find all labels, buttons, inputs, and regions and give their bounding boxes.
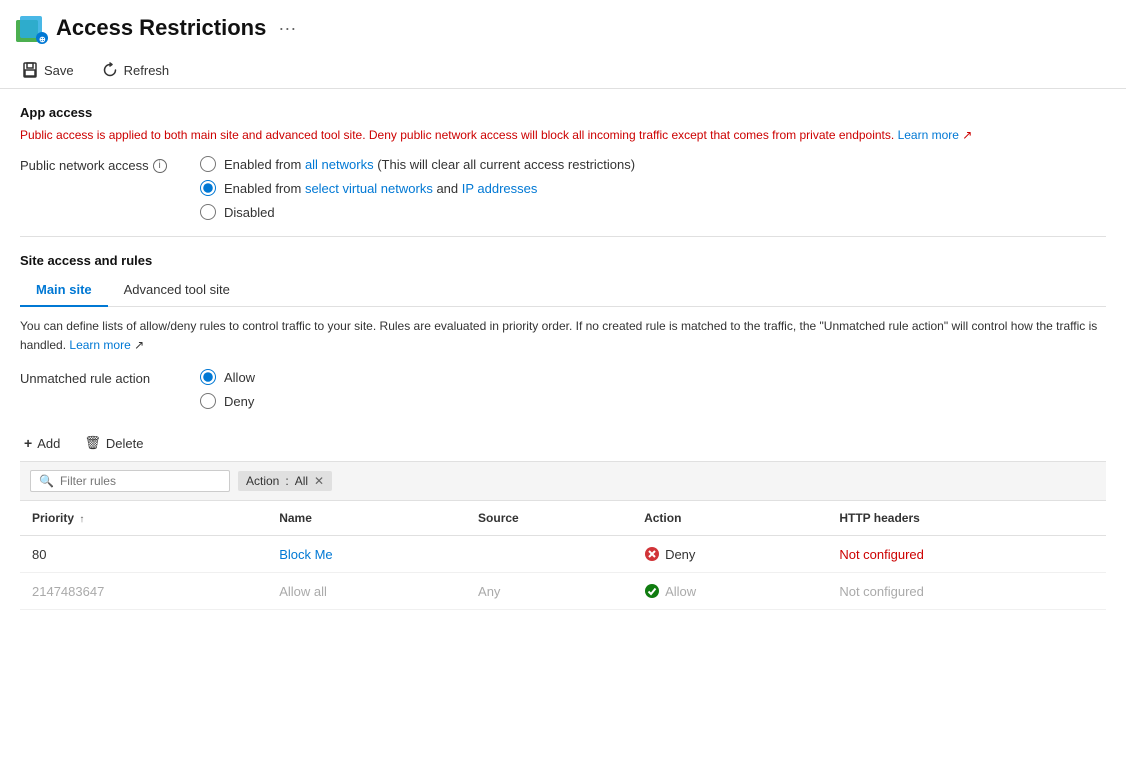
app-logo: ⊕: [16, 12, 48, 44]
refresh-button[interactable]: Refresh: [96, 58, 176, 82]
unmatched-rule-field: Unmatched rule action Allow Deny: [20, 369, 1106, 409]
col-name: Name: [267, 501, 466, 536]
main-content: App access Public access is applied to b…: [0, 89, 1126, 626]
search-icon: 🔍: [39, 474, 54, 488]
page-header: ⊕ Access Restrictions ···: [0, 0, 1126, 52]
delete-label: Delete: [106, 436, 144, 451]
unmatched-deny-input[interactable]: [200, 393, 216, 409]
radio-disabled-input[interactable]: [200, 204, 216, 220]
delete-button[interactable]: 🗑 Delete: [80, 433, 147, 453]
deny-badge: Deny: [644, 546, 815, 562]
cell-name: Block Me: [267, 536, 466, 573]
cell-action: Allow: [632, 573, 827, 610]
col-action: Action: [632, 501, 827, 536]
cell-source: [466, 536, 632, 573]
col-priority: Priority ↑: [20, 501, 267, 536]
deny-icon: [644, 546, 660, 562]
filter-rules-input[interactable]: [60, 474, 200, 488]
table-body: 80 Block Me Deny: [20, 536, 1106, 610]
unmatched-deny-label: Deny: [224, 394, 254, 409]
filter-bar: 🔍 Action : All ✕: [20, 462, 1106, 501]
svg-text:⊕: ⊕: [39, 35, 46, 44]
more-icon[interactable]: ···: [278, 18, 296, 39]
save-button[interactable]: Save: [16, 58, 80, 82]
radio-option-all-networks[interactable]: Enabled from all networks (This will cle…: [200, 156, 635, 172]
table-row[interactable]: 2147483647 Allow all Any Allow: [20, 573, 1106, 610]
filter-input-wrapper: 🔍: [30, 470, 230, 492]
add-button[interactable]: + Add: [20, 433, 64, 453]
action-filter-chip: Action : All ✕: [238, 471, 332, 491]
site-tabs: Main site Advanced tool site: [20, 274, 1106, 307]
app-access-title: App access: [20, 105, 1106, 120]
cell-http-headers: Not configured: [827, 573, 1106, 610]
radio-select-networks-input[interactable]: [200, 180, 216, 196]
http-headers-status: Not configured: [839, 547, 924, 562]
tab-advanced-tool-site[interactable]: Advanced tool site: [108, 274, 246, 307]
table-header: Priority ↑ Name Source Action HTTP heade…: [20, 501, 1106, 536]
sort-arrow: ↑: [79, 514, 84, 525]
cell-priority: 80: [20, 536, 267, 573]
unmatched-allow-option[interactable]: Allow: [200, 369, 255, 385]
chip-label: Action: [246, 474, 279, 488]
unmatched-allow-input[interactable]: [200, 369, 216, 385]
app-access-info: Public access is applied to both main si…: [20, 126, 1106, 144]
table-row[interactable]: 80 Block Me Deny: [20, 536, 1106, 573]
http-headers-status: Not configured: [839, 584, 924, 599]
table-header-row: Priority ↑ Name Source Action HTTP heade…: [20, 501, 1106, 536]
app-access-learn-more-link[interactable]: Learn more: [898, 128, 959, 142]
external-link-icon-2: ↗: [134, 338, 144, 352]
site-access-section: Site access and rules Main site Advanced…: [20, 253, 1106, 610]
cell-priority: 2147483647: [20, 573, 267, 610]
tab-main-site[interactable]: Main site: [20, 274, 108, 307]
unmatched-rule-label: Unmatched rule action: [20, 369, 180, 386]
site-access-title: Site access and rules: [20, 253, 1106, 268]
app-access-info-text: Public access is applied to both main si…: [20, 128, 894, 142]
rule-name-link[interactable]: Block Me: [279, 547, 332, 562]
allow-badge: Allow: [644, 583, 815, 599]
refresh-label: Refresh: [124, 63, 170, 78]
plus-icon: +: [24, 435, 32, 451]
radio-all-networks-label: Enabled from all networks (This will cle…: [224, 157, 635, 172]
unmatched-allow-label: Allow: [224, 370, 255, 385]
app-access-section: App access Public access is applied to b…: [20, 105, 1106, 220]
col-source: Source: [466, 501, 632, 536]
chip-value: All: [295, 474, 308, 488]
chip-close-icon[interactable]: ✕: [314, 474, 324, 488]
section-divider-1: [20, 236, 1106, 237]
allow-icon: [644, 583, 660, 599]
external-link-icon: ↗: [962, 128, 972, 142]
radio-select-networks-label: Enabled from select virtual networks and…: [224, 181, 537, 196]
public-network-info-icon[interactable]: i: [153, 159, 167, 173]
cell-action: Deny: [632, 536, 827, 573]
cell-http-headers: Not configured: [827, 536, 1106, 573]
refresh-icon: [102, 62, 118, 78]
radio-disabled-label: Disabled: [224, 205, 275, 220]
radio-option-select-networks[interactable]: Enabled from select virtual networks and…: [200, 180, 635, 196]
rules-table: Priority ↑ Name Source Action HTTP heade…: [20, 501, 1106, 610]
cell-name: Allow all: [267, 573, 466, 610]
public-network-label: Public network access i: [20, 156, 180, 173]
save-label: Save: [44, 63, 74, 78]
site-access-learn-more-link[interactable]: Learn more: [69, 338, 130, 352]
radio-all-networks-input[interactable]: [200, 156, 216, 172]
public-network-field: Public network access i Enabled from all…: [20, 156, 1106, 220]
col-http-headers: HTTP headers: [827, 501, 1106, 536]
trash-icon: 🗑: [84, 435, 101, 451]
radio-option-disabled[interactable]: Disabled: [200, 204, 635, 220]
cell-source: Any: [466, 573, 632, 610]
site-access-description: You can define lists of allow/deny rules…: [20, 317, 1106, 355]
add-label: Add: [37, 436, 60, 451]
toolbar: Save Refresh: [0, 52, 1126, 89]
page-title: Access Restrictions: [56, 15, 266, 41]
add-delete-toolbar: + Add 🗑 Delete: [20, 425, 1106, 462]
unmatched-rule-radio-group: Allow Deny: [200, 369, 255, 409]
public-network-radio-group: Enabled from all networks (This will cle…: [200, 156, 635, 220]
unmatched-deny-option[interactable]: Deny: [200, 393, 255, 409]
save-icon: [22, 62, 38, 78]
